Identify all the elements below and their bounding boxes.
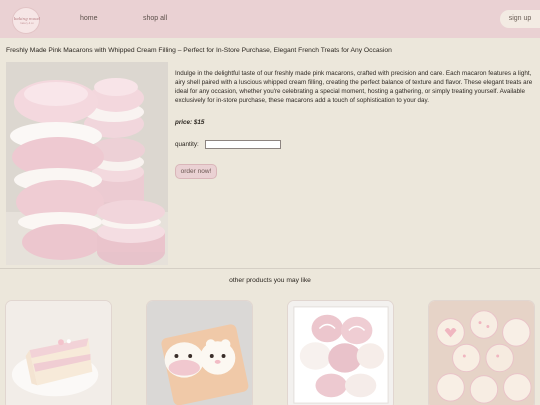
brand-logo[interactable]: baking mood bakery & co [12, 7, 40, 34]
related-product-card-bear-buns[interactable] [146, 300, 253, 405]
product-price: price: $15 [175, 119, 205, 126]
logo-text: baking mood [13, 16, 41, 21]
related-product-card-cookies[interactable] [428, 300, 535, 405]
product-title: Freshly Made Pink Macarons with Whipped … [6, 47, 392, 54]
site-header: baking mood bakery & co home shop all si… [0, 0, 540, 38]
section-divider [0, 268, 540, 269]
product-description: Indulge in the delightful taste of our f… [175, 70, 533, 104]
nav-home-link[interactable]: home [80, 15, 98, 22]
order-now-button[interactable]: order now! [175, 164, 217, 179]
quantity-label: quantity: [175, 141, 199, 148]
related-product-card-macaron-box[interactable] [287, 300, 394, 405]
logo-subtext: bakery & co [20, 22, 34, 25]
quantity-input[interactable] [205, 140, 281, 149]
nav-shop-all-link[interactable]: shop all [143, 15, 167, 22]
related-products-heading: other products you may like [229, 277, 311, 284]
product-image [6, 62, 168, 265]
sign-up-button[interactable]: sign up [500, 10, 540, 28]
related-product-card-cake[interactable] [5, 300, 112, 405]
